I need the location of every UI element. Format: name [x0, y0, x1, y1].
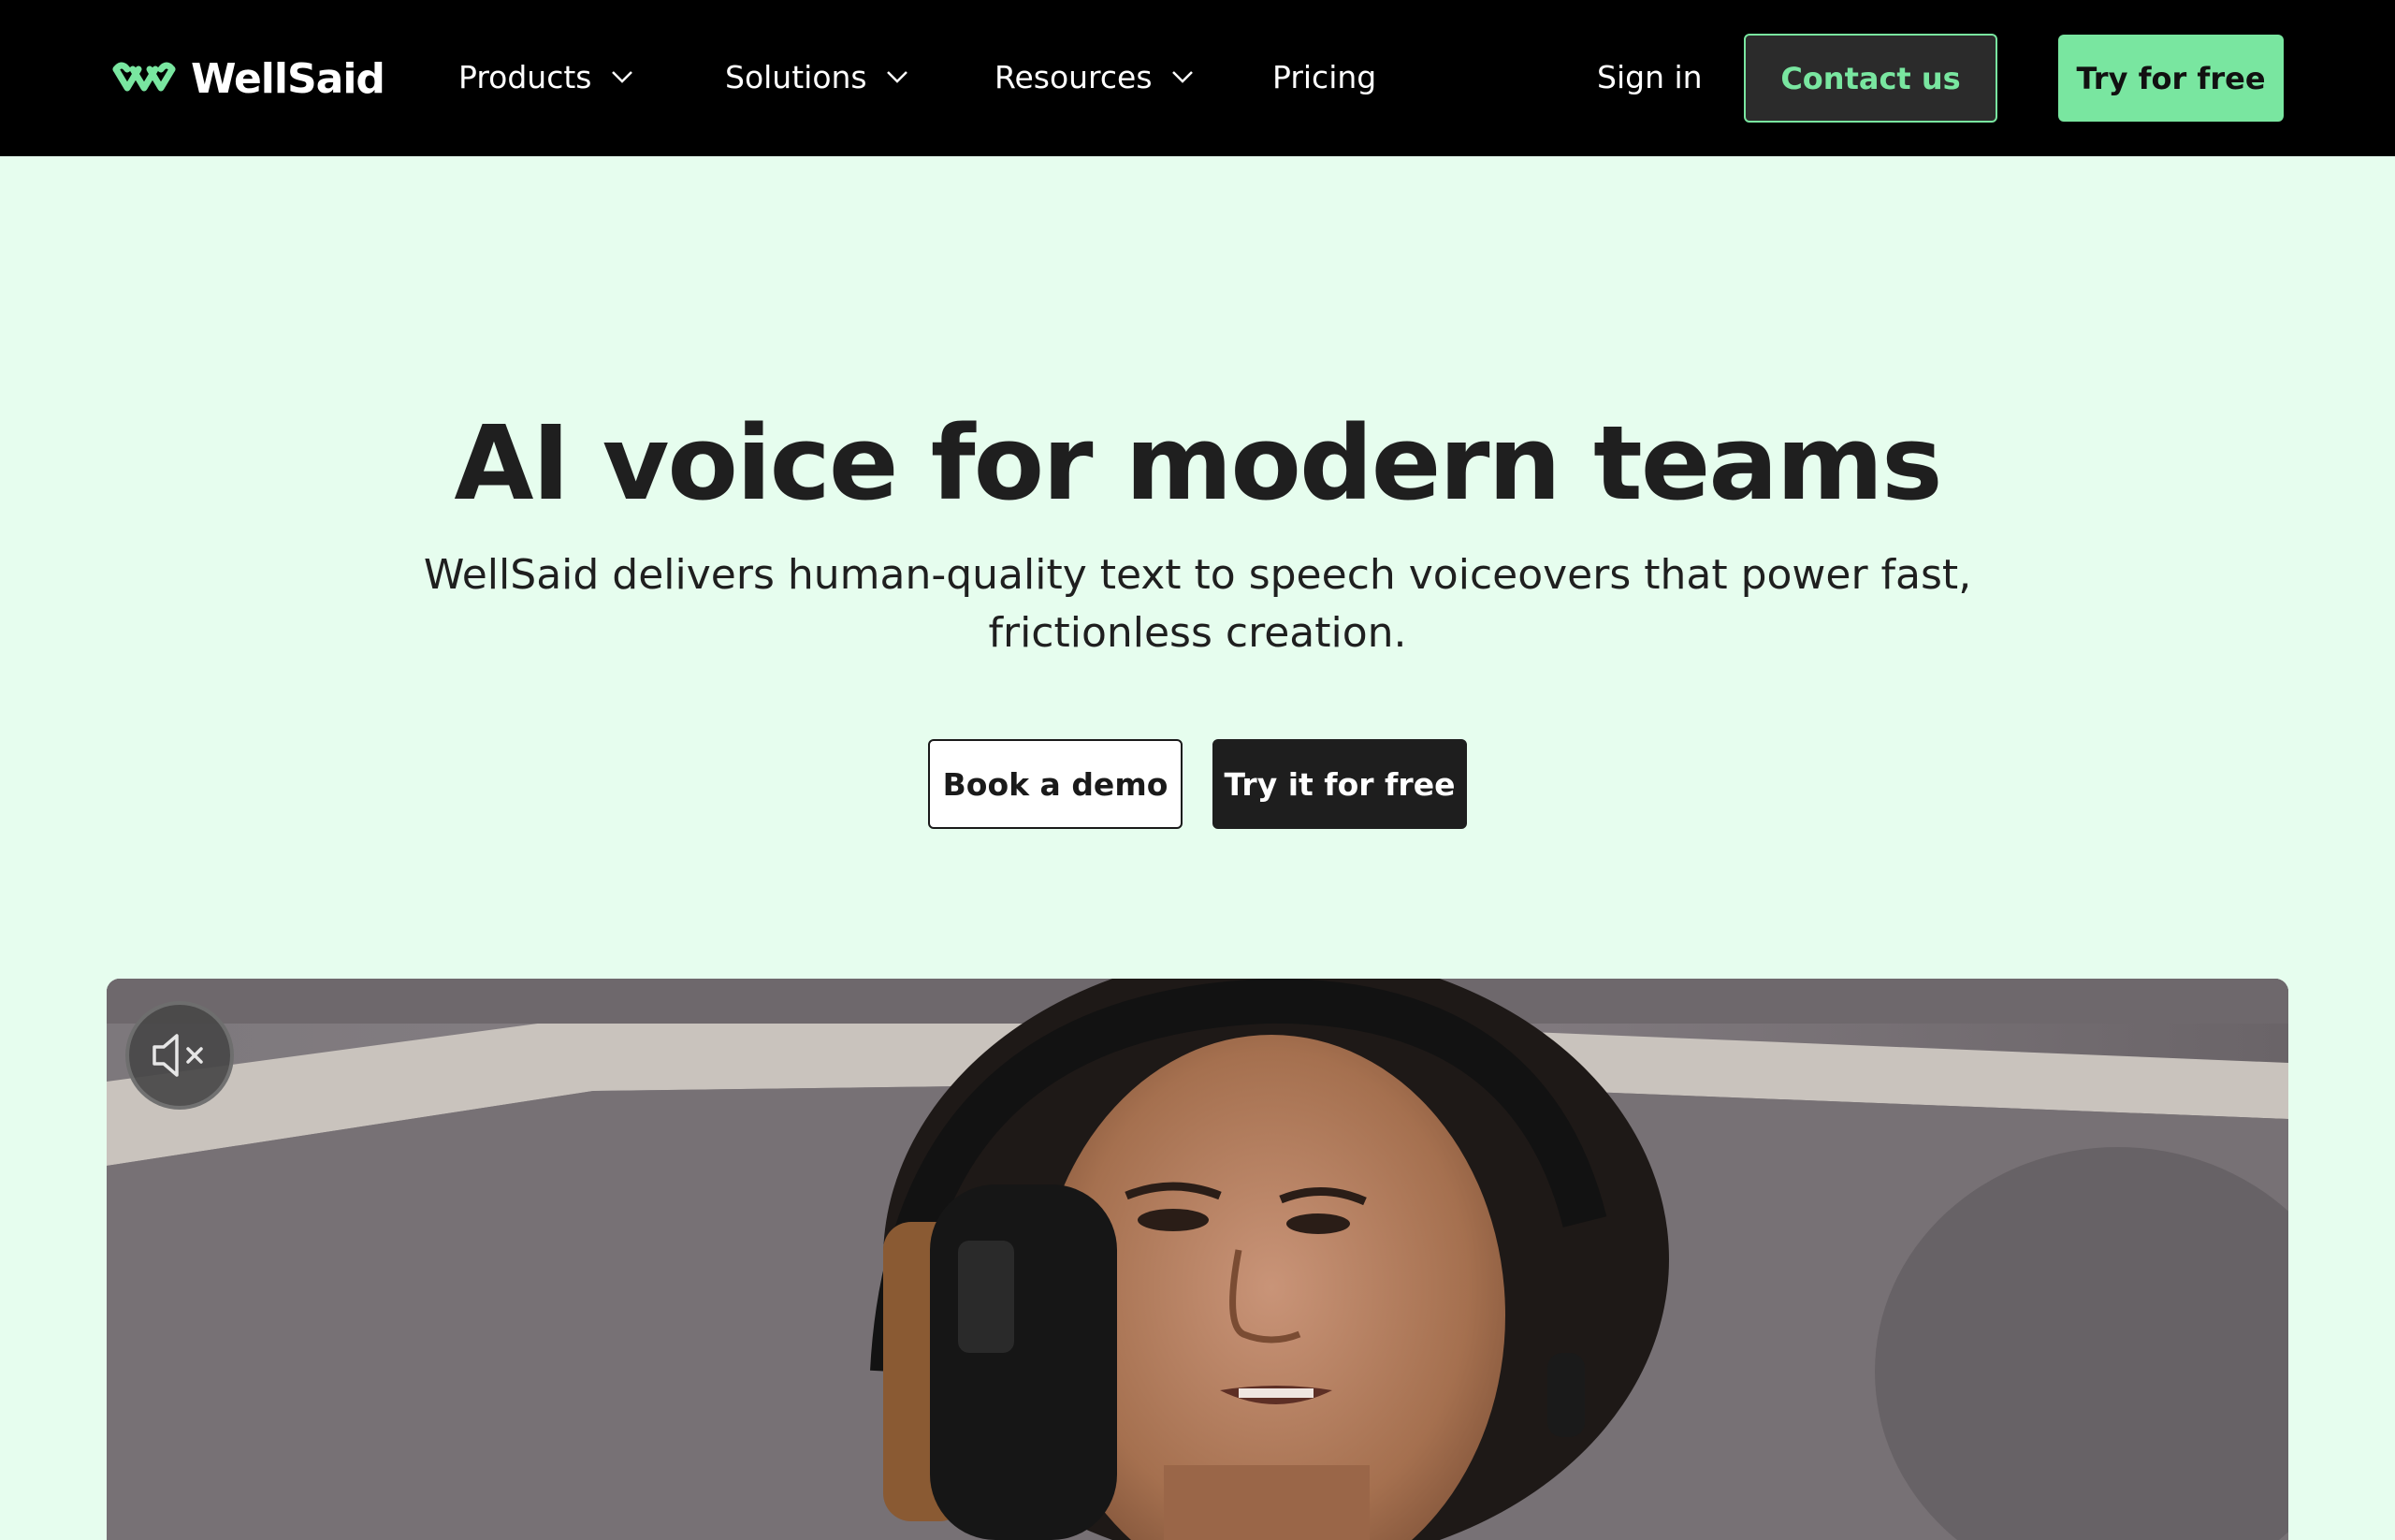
nav-resources-label: Resources	[994, 58, 1153, 95]
try-for-free-button[interactable]: Try for free	[2058, 35, 2284, 122]
try-it-free-button[interactable]: Try it for free	[1212, 739, 1467, 829]
video-frame-image	[107, 979, 2288, 1540]
chevron-down-icon	[886, 71, 907, 83]
contact-us-button[interactable]: Contact us	[1744, 34, 1997, 123]
wellsaid-logo-icon	[112, 62, 176, 92]
hero-subtitle: WellSaid delivers human-quality text to …	[423, 551, 1972, 657]
nav-pricing-label: Pricing	[1272, 58, 1377, 95]
nav-solutions-label: Solutions	[725, 58, 867, 95]
nav-resources[interactable]: Resources	[994, 52, 1194, 101]
mute-toggle-button[interactable]	[125, 1001, 234, 1110]
top-navigation: WellSaid Products Solutions Resources Pr…	[0, 0, 2395, 156]
speaker-muted-icon	[152, 1034, 203, 1077]
sign-in-label: Sign in	[1597, 58, 1703, 95]
chevron-down-icon	[1171, 71, 1193, 83]
sign-in-link[interactable]: Sign in	[1597, 52, 1703, 101]
brand-name: WellSaid	[191, 54, 385, 103]
chevron-down-icon	[611, 71, 632, 83]
book-demo-button[interactable]: Book a demo	[928, 739, 1183, 829]
nav-products[interactable]: Products	[458, 52, 633, 101]
wellsaid-logo[interactable]: WellSaid	[110, 49, 385, 109]
nav-pricing[interactable]: Pricing	[1272, 52, 1376, 101]
nav-solutions[interactable]: Solutions	[725, 52, 908, 101]
nav-products-label: Products	[458, 58, 592, 95]
hero-video[interactable]	[107, 979, 2288, 1540]
hero-title: AI voice for modern teams	[454, 403, 1942, 523]
